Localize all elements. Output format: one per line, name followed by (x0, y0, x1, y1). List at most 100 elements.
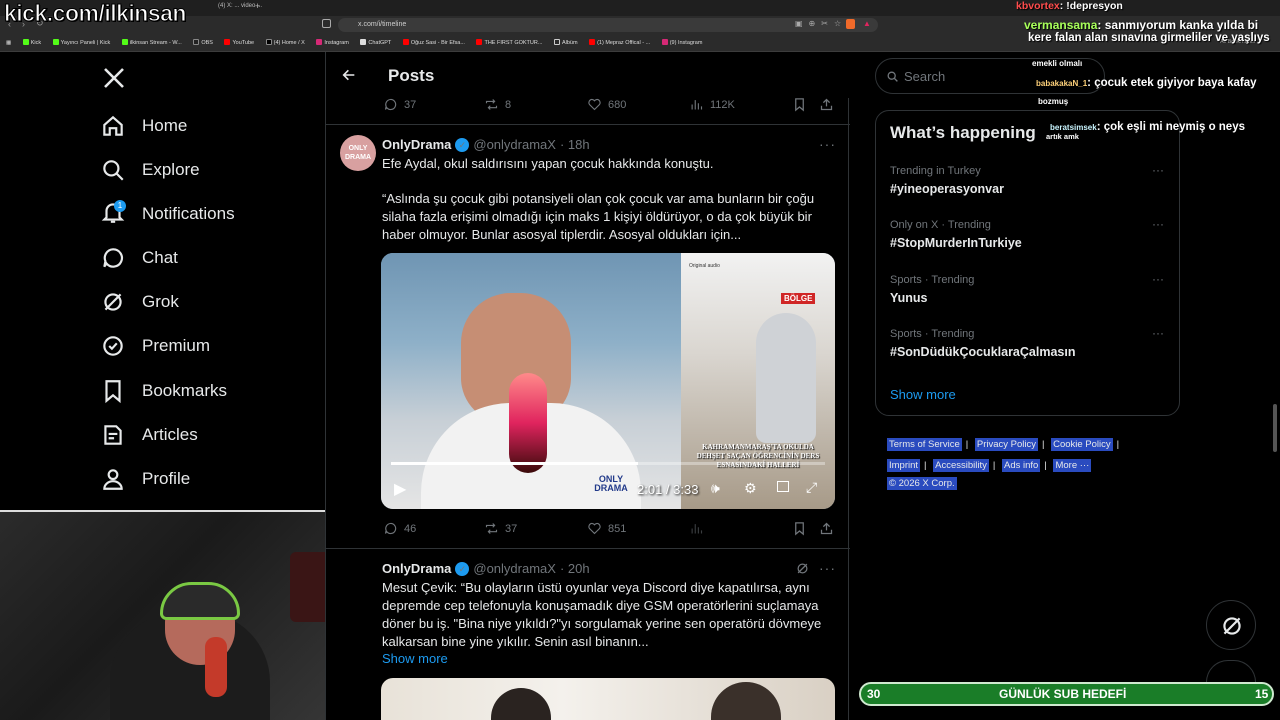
trend-item[interactable]: Sports · Trending Yunus ··· (876, 266, 1179, 320)
grok-floating-button[interactable] (1206, 600, 1256, 650)
heart-icon (588, 522, 601, 535)
trend-more-icon[interactable]: ··· (1152, 326, 1164, 340)
sidebar-item-premium[interactable]: Premium (100, 329, 210, 363)
video-player[interactable]: ONLY DRAMA Original audio BÖLGE KAHRAMAN… (381, 253, 835, 509)
bookmark-item[interactable]: YouTube (219, 34, 259, 46)
views-button[interactable]: 112K (689, 97, 735, 112)
sidebar-item-chat[interactable]: Chat (100, 241, 178, 275)
post-author[interactable]: OnlyDrama ✓ @onlydramaX · 18h (382, 137, 590, 152)
grok-icon[interactable] (795, 561, 810, 576)
notification-badge: 1 (114, 199, 126, 212)
views-chart-icon (691, 524, 703, 534)
footer-cookie-link[interactable]: Cookie Policy (1051, 438, 1113, 451)
volume-icon[interactable]: 🕪 (711, 480, 720, 497)
trend-item[interactable]: Sports · Trending #SonDüdükÇocuklaraÇalm… (876, 320, 1179, 374)
reply-button[interactable]: 46 (383, 521, 416, 536)
show-more-link[interactable]: Show more (890, 387, 956, 402)
scrollbar-thumb[interactable] (1273, 404, 1277, 452)
sidebar-toggle-icon[interactable] (322, 19, 331, 28)
footer-imprint-link[interactable]: Imprint (887, 459, 921, 472)
bookmark-item[interactable]: Oğuz Sasi - Bir Efsa... (398, 34, 470, 46)
video-caption: KAHRAMANMARAŞ'TA OKULDA DEHŞET SAÇAN ÖĞR… (696, 443, 820, 469)
bookmark-item[interactable]: (4) Home / X (261, 34, 310, 46)
verified-badge-icon: ✓ (455, 561, 470, 576)
share-icon[interactable] (819, 521, 834, 536)
repost-button[interactable]: 37 (484, 521, 517, 536)
repost-button[interactable]: 8 (484, 97, 511, 112)
media-figure (491, 688, 551, 720)
chat-message-continued: bozmuş (1038, 97, 1069, 106)
settings-gear-icon[interactable]: ⚙ (744, 480, 757, 497)
heart-icon (588, 98, 601, 111)
trend-more-icon[interactable]: ··· (1152, 217, 1164, 231)
video-watermark: ONLY DRAMA (594, 474, 628, 493)
bookmark-item[interactable]: THE FIRST GOKTUR... (471, 34, 547, 46)
post-author[interactable]: OnlyDrama ✓ @onlydramaX · 20h (382, 561, 590, 576)
bookmark-item[interactable]: (1) Mepraz Offical - ... (584, 34, 655, 46)
apps-grid-icon[interactable]: ▦ (0, 35, 16, 46)
bookmark-icon[interactable] (792, 521, 807, 536)
microphone (205, 637, 227, 697)
play-icon[interactable]: ▶ (394, 479, 406, 499)
share-icon[interactable] (819, 97, 834, 112)
reply-button[interactable]: 37 (383, 97, 416, 112)
like-button[interactable]: 680 (587, 97, 626, 112)
show-more-link[interactable]: Show more (382, 651, 448, 666)
bookmark-item[interactable]: (9) Instagram (657, 34, 708, 46)
post-divider (326, 124, 850, 125)
bookmark-icon[interactable] (792, 97, 807, 112)
sidebar-item-bookmarks[interactable]: Bookmarks (100, 374, 227, 408)
reply-icon (384, 522, 397, 534)
trend-more-icon[interactable]: ··· (1152, 272, 1164, 286)
bookmark-item[interactable]: ilkinsan Stream - W... (117, 34, 187, 46)
browser-extension-icons[interactable]: ▣⊕✂☆ (795, 19, 847, 28)
bookmark-item[interactable]: ChatGPT (355, 34, 396, 46)
new-tab-button[interactable]: + (255, 1, 260, 11)
sidebar-item-articles[interactable]: Articles (100, 418, 198, 452)
video-progress-fill (391, 462, 639, 465)
screen: (4) X: ... video ... + ‹ › ↻ x.com/i/tim… (0, 0, 1280, 720)
views-chart-icon (691, 100, 703, 110)
sidebar-item-grok[interactable]: Grok (100, 285, 179, 319)
bookmark-item[interactable]: Instagram (311, 34, 353, 46)
bookmark-folder[interactable]: Albüm (549, 34, 583, 46)
brave-shield-icon[interactable] (846, 19, 855, 29)
bookmark-item[interactable]: Yayıncı Paneli | Kick (48, 34, 116, 46)
footer-more-link[interactable]: More ··· (1053, 459, 1092, 472)
post-media-preview[interactable] (381, 678, 835, 720)
articles-icon (104, 425, 122, 445)
footer-privacy-link[interactable]: Privacy Policy (974, 438, 1038, 451)
trend-item[interactable]: Trending in Turkey #yineoperasyonvar ··· (876, 157, 1179, 211)
sidebar-item-profile[interactable]: Profile (100, 462, 190, 496)
verified-badge-icon: ✓ (455, 137, 470, 152)
fullscreen-icon[interactable]: ⤢ (806, 479, 817, 496)
more-options-icon[interactable]: ··· (819, 136, 836, 152)
bookmark-item[interactable]: Kick (18, 34, 46, 46)
trend-item[interactable]: Only on X · Trending #StopMurderInTurkiy… (876, 211, 1179, 265)
back-arrow-icon[interactable] (341, 67, 357, 83)
footer-terms-link[interactable]: Terms of Service (887, 438, 962, 451)
sidebar-item-label: Premium (142, 336, 211, 355)
x-logo-icon[interactable] (102, 66, 126, 90)
views-button[interactable] (689, 521, 704, 536)
studio-microphone (509, 373, 547, 473)
sidebar-item-explore[interactable]: Explore (100, 153, 200, 187)
bookmark-item[interactable]: OBS (188, 34, 218, 46)
avatar[interactable]: ONLY DRAMA (340, 135, 376, 171)
video-progress-track[interactable] (391, 462, 825, 465)
sidebar-item-home[interactable]: Home (100, 109, 187, 143)
footer-accessibility-link[interactable]: Accessibility (933, 459, 989, 472)
brave-rewards-icon[interactable]: ▲ (863, 19, 871, 28)
sidebar-item-notifications[interactable]: 1 Notifications (100, 197, 235, 231)
url-text: x.com/i/timeline (358, 21, 407, 28)
like-button[interactable]: 851 (587, 521, 626, 536)
timeline-column: Posts 37 8 680 112K ONLY DRAMA OnlyDrama… (325, 52, 850, 720)
trend-more-icon[interactable]: ··· (1152, 163, 1164, 177)
more-options-icon[interactable]: ··· (819, 560, 836, 576)
pip-icon[interactable] (777, 481, 789, 492)
post-text: Efe Aydal, okul saldırısını yapan çocuk … (382, 156, 714, 171)
profile-icon (103, 469, 123, 490)
footer-links: Terms of Service | Privacy Policy | Cookie… (887, 438, 1120, 490)
repost-icon (485, 523, 498, 534)
footer-ads-link[interactable]: Ads info (1002, 459, 1041, 472)
